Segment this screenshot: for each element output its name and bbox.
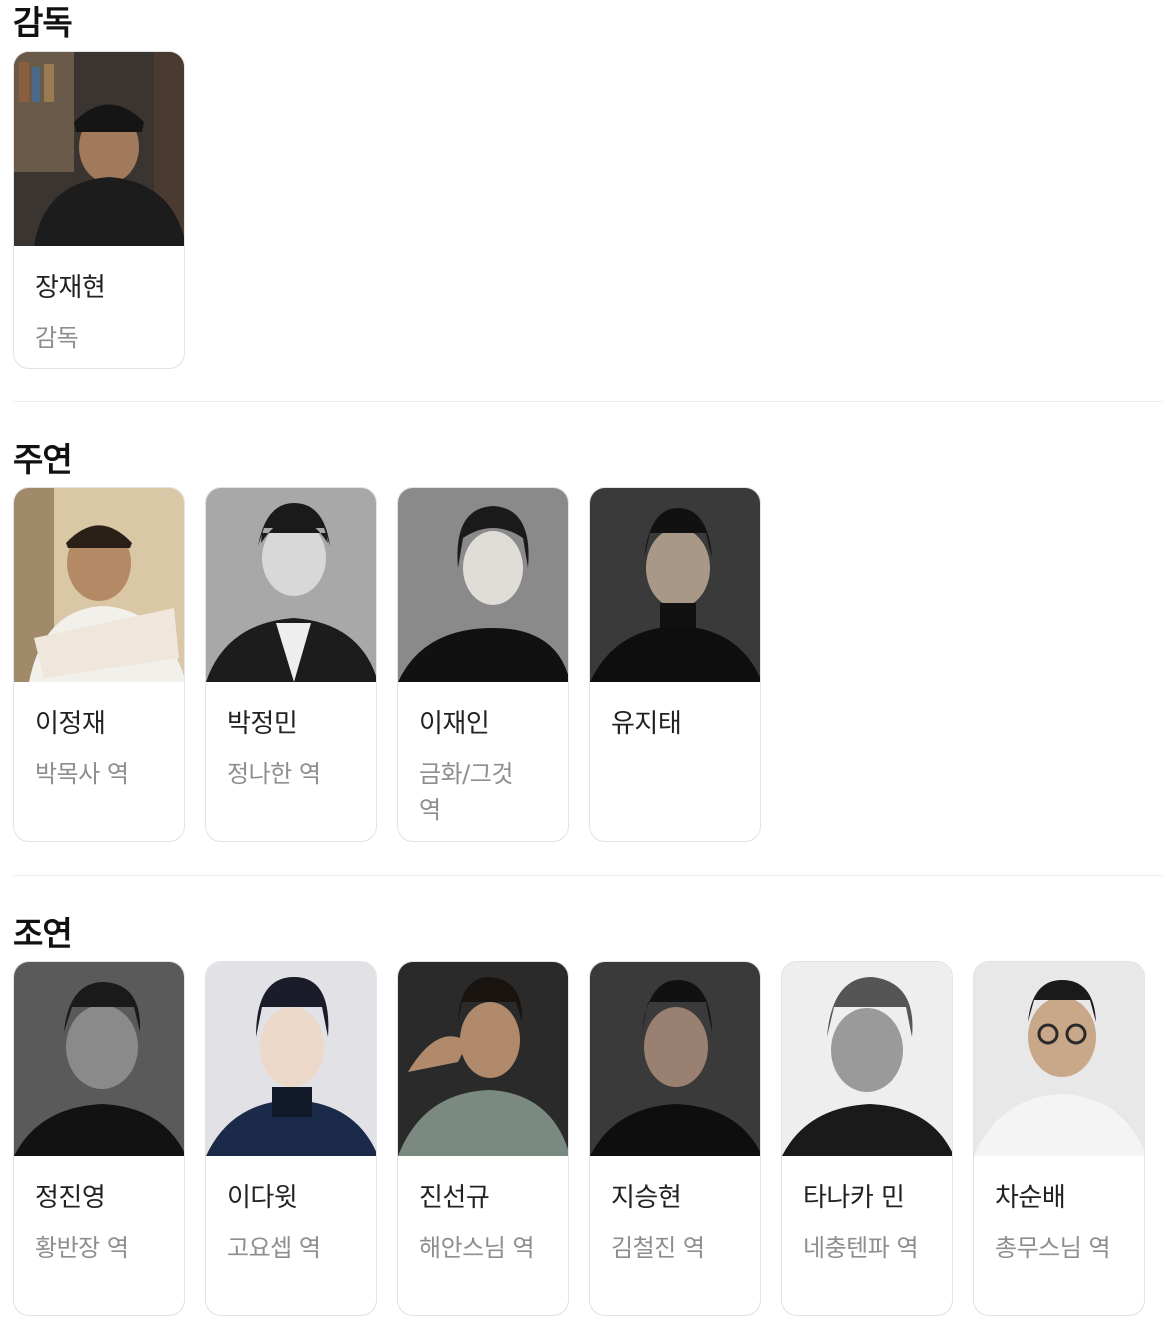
person-card[interactable]: 박정민 정나한 역 [205,487,377,842]
person-card[interactable]: 이다윗 고요셉 역 [205,961,377,1316]
section-lead-cast: 주연 이정재 박목사 역 박정민 정나한 역 이재인 금화/그것 역 유지태 [13,437,1162,857]
person-photo [14,962,184,1156]
person-role: 고요셉 역 [227,1234,321,1262]
person-card[interactable]: 이정재 박목사 역 [13,487,185,842]
person-role: 금화/그것 역 [419,760,513,824]
person-card[interactable]: 유지태 [589,487,761,842]
section-director: 감독 장재현 감독 [13,0,1162,380]
person-name: 이재인 [419,709,490,739]
person-role: 해안스님 역 [419,1234,535,1262]
person-name: 정진영 [35,1183,106,1213]
person-card[interactable]: 타나카 민 네충텐파 역 [781,961,953,1316]
person-name: 유지태 [611,709,682,739]
person-name: 이정재 [35,709,106,739]
person-photo [206,962,376,1156]
person-photo [14,52,184,246]
person-photo [974,962,1144,1156]
person-name: 진선규 [419,1183,490,1213]
person-role: 네충텐파 역 [803,1234,919,1262]
person-photo [14,488,184,682]
person-photo [206,488,376,682]
person-role: 김철진 역 [611,1234,705,1262]
section-divider [13,401,1162,402]
person-card[interactable]: 이재인 금화/그것 역 [397,487,569,842]
person-name: 박정민 [227,709,298,739]
person-card[interactable]: 지승현 김철진 역 [589,961,761,1316]
section-title: 감독 [13,3,73,42]
person-name: 지승현 [611,1183,682,1213]
person-card[interactable]: 정진영 황반장 역 [13,961,185,1316]
section-divider [13,875,1162,876]
person-photo [590,488,760,682]
person-card[interactable]: 장재현 감독 [13,51,185,369]
person-card[interactable]: 차순배 총무스님 역 [973,961,1145,1316]
section-title: 조연 [13,914,73,953]
person-name: 이다윗 [227,1183,298,1213]
person-photo [398,488,568,682]
person-role: 황반장 역 [35,1234,129,1262]
person-role: 감독 [35,324,79,352]
person-name: 장재현 [35,273,106,303]
person-role: 총무스님 역 [995,1234,1111,1262]
person-photo [590,962,760,1156]
person-photo [398,962,568,1156]
section-supporting-cast: 조연 정진영 황반장 역 이다윗 고요셉 역 진선규 해안스님 역 지승현 김철… [13,911,1162,1334]
person-card[interactable]: 진선규 해안스님 역 [397,961,569,1316]
person-name: 차순배 [995,1183,1066,1213]
person-photo [782,962,952,1156]
section-title: 주연 [13,440,73,479]
person-role: 박목사 역 [35,760,129,788]
person-role: 정나한 역 [227,760,321,788]
person-name: 타나카 민 [803,1183,905,1213]
